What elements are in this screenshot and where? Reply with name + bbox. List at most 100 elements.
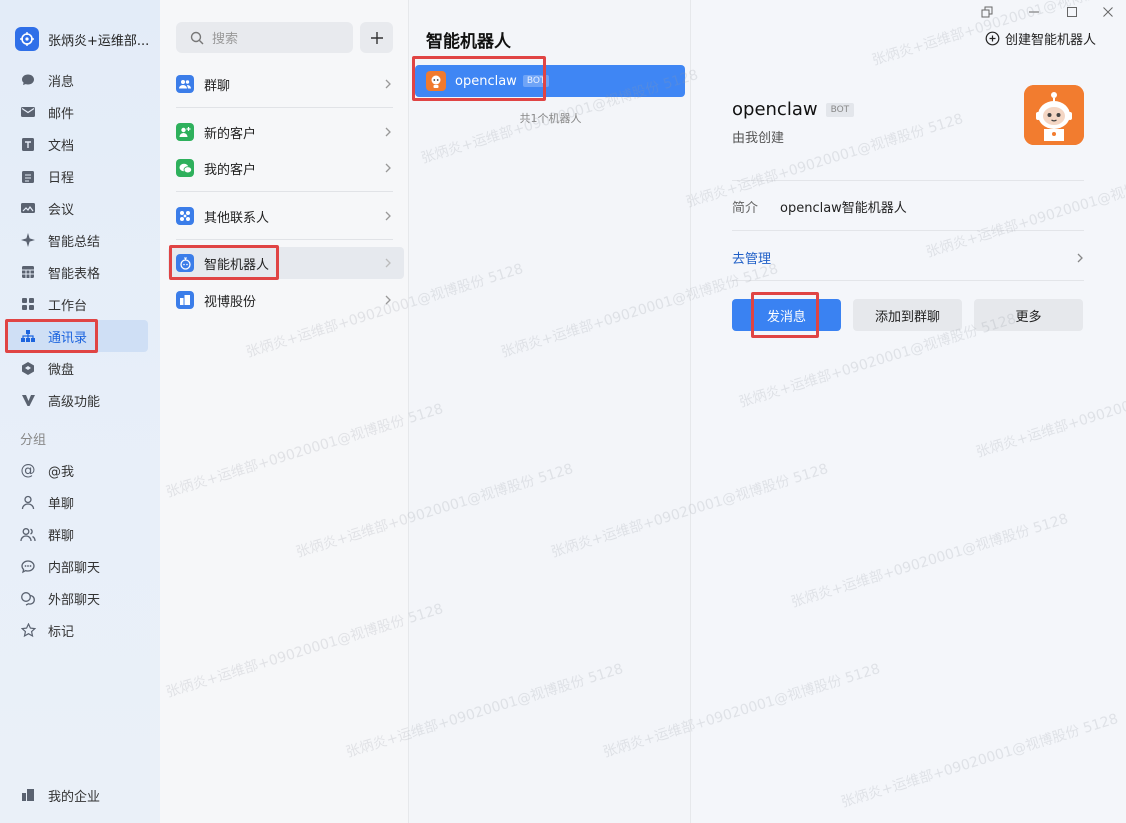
contact-label: 群聊 [204,78,231,94]
nav-item-calendar[interactable]: 日程 [8,160,148,192]
bot-avatar [1024,85,1084,145]
nav-item-smart-summary[interactable]: 智能总结 [8,224,148,256]
group-section-title: 分组 [20,433,47,448]
contact-item-group-chats[interactable]: 群聊 [168,68,404,100]
search-placeholder: 搜索 [212,32,239,47]
contact-label: 我的客户 [204,162,257,178]
v-icon [20,392,36,408]
maximize-icon[interactable] [1062,4,1082,20]
nav-label: 高级功能 [48,394,101,410]
enterprise-header[interactable]: 张炳炎+运维部... [0,20,160,58]
more-button[interactable]: 更多 [974,299,1083,331]
divider [176,239,393,240]
group-item-external-chat[interactable]: 外部聊天 [8,582,148,614]
nav-item-docs[interactable]: 文档 [8,128,148,160]
bot-list-panel: 智能机器人 openclaw BOT 共1个机器人 [410,0,691,823]
chevron-right-icon [385,127,391,137]
bot-badge: BOT [522,75,550,87]
divider [176,107,393,108]
bot-badge: BOT [825,102,855,117]
nav-label: 智能表格 [48,266,101,282]
divider [732,230,1084,231]
nav-label: 内部聊天 [48,560,101,576]
nav-label: 消息 [48,74,75,90]
nav-item-mail[interactable]: 邮件 [8,96,148,128]
nav-item-workbench[interactable]: 工作台 [8,288,148,320]
contact-item-new-customers[interactable]: 新的客户 [168,116,404,148]
bot-count: 共1个机器人 [519,112,582,125]
building-icon [20,787,36,803]
bot-creator: 由我创建 [732,131,785,146]
mail-icon [20,104,36,120]
bot-name: openclaw [732,99,818,120]
calendar-icon [20,168,36,184]
nav-label: 单聊 [48,496,75,512]
nav-item-advanced[interactable]: 高级功能 [8,384,148,416]
contact-label: 视博股份 [204,294,257,310]
search-input[interactable]: 搜索 [176,22,353,53]
nav-label: 群聊 [48,528,75,544]
nav-label: 我的企业 [48,789,101,805]
nav-item-drive[interactable]: 微盘 [8,352,148,384]
contact-item-company[interactable]: 视博股份 [168,284,404,316]
group-item-mentions[interactable]: @ @我 [8,454,148,486]
people-icon [20,526,36,542]
send-message-button[interactable]: 发消息 [732,299,841,331]
group-item-internal-chat[interactable]: 内部聊天 [8,550,148,582]
nav-label: 标记 [48,624,75,640]
minimize-icon[interactable] [1024,4,1044,20]
contact-label: 其他联系人 [204,210,270,226]
chevron-right-icon [385,79,391,89]
bot-list-item[interactable]: openclaw BOT [415,65,685,97]
create-bot-label: 创建智能机器人 [1004,33,1096,48]
divider [176,191,393,192]
bubble-icon [20,558,36,574]
contact-item-smart-bots[interactable]: 智能机器人 [168,247,404,279]
nav-item-contacts[interactable]: 通讯录 [8,320,148,352]
person-icon [20,494,36,510]
manage-link[interactable]: 去管理 [732,248,771,267]
nav-label: 微盘 [48,362,75,378]
nav-label: @我 [48,464,75,480]
plus-circle-icon [985,31,1000,46]
group-item-single-chat[interactable]: 单聊 [8,486,148,518]
add-button[interactable] [360,22,393,53]
contacts-panel: 搜索 群聊 新的客户 我的客户 其他联系人 智能机器人 视博股份 [160,0,409,823]
contact-item-my-customers[interactable]: 我的客户 [168,152,404,184]
other-contacts-icon [176,207,194,225]
sparkle-icon [20,232,36,248]
bot-detail-panel: 创建智能机器人 openclaw BOT 由我创建 简介 openclaw智能机… [691,0,1126,823]
nav-label: 日程 [48,170,75,186]
chat-icon [20,72,36,88]
pin-window-icon[interactable] [977,4,997,20]
nav-item-messages[interactable]: 消息 [8,64,148,96]
chevron-right-icon [385,211,391,221]
add-to-group-button[interactable]: 添加到群聊 [853,299,962,331]
drive-icon [20,360,36,376]
chevron-right-icon [385,295,391,305]
at-icon: @ [20,461,36,479]
robot-icon [176,254,194,272]
nav-label: 邮件 [48,106,75,122]
wechat-icon [176,159,194,177]
group-item-marked[interactable]: 标记 [8,614,148,646]
group-item-group-chat[interactable]: 群聊 [8,518,148,550]
new-customer-icon [176,123,194,141]
chevron-right-icon[interactable] [1076,251,1084,265]
grid-icon [20,296,36,312]
plus-icon [370,31,383,44]
org-chart-icon [20,328,36,344]
nav-item-smart-table[interactable]: 智能表格 [8,256,148,288]
contact-item-other-contacts[interactable]: 其他联系人 [168,200,404,232]
star-icon [20,622,36,638]
intro-value: openclaw智能机器人 [780,201,907,216]
building-icon [176,291,194,309]
nav-label: 会议 [48,202,75,218]
nav-item-meeting[interactable]: 会议 [8,192,148,224]
create-bot-button[interactable]: 创建智能机器人 [985,29,1096,48]
page-title: 智能机器人 [426,32,511,52]
nav-item-my-enterprise[interactable]: 我的企业 [8,779,148,811]
bot-avatar [426,71,446,91]
close-icon[interactable] [1098,4,1118,20]
divider [732,180,1084,181]
